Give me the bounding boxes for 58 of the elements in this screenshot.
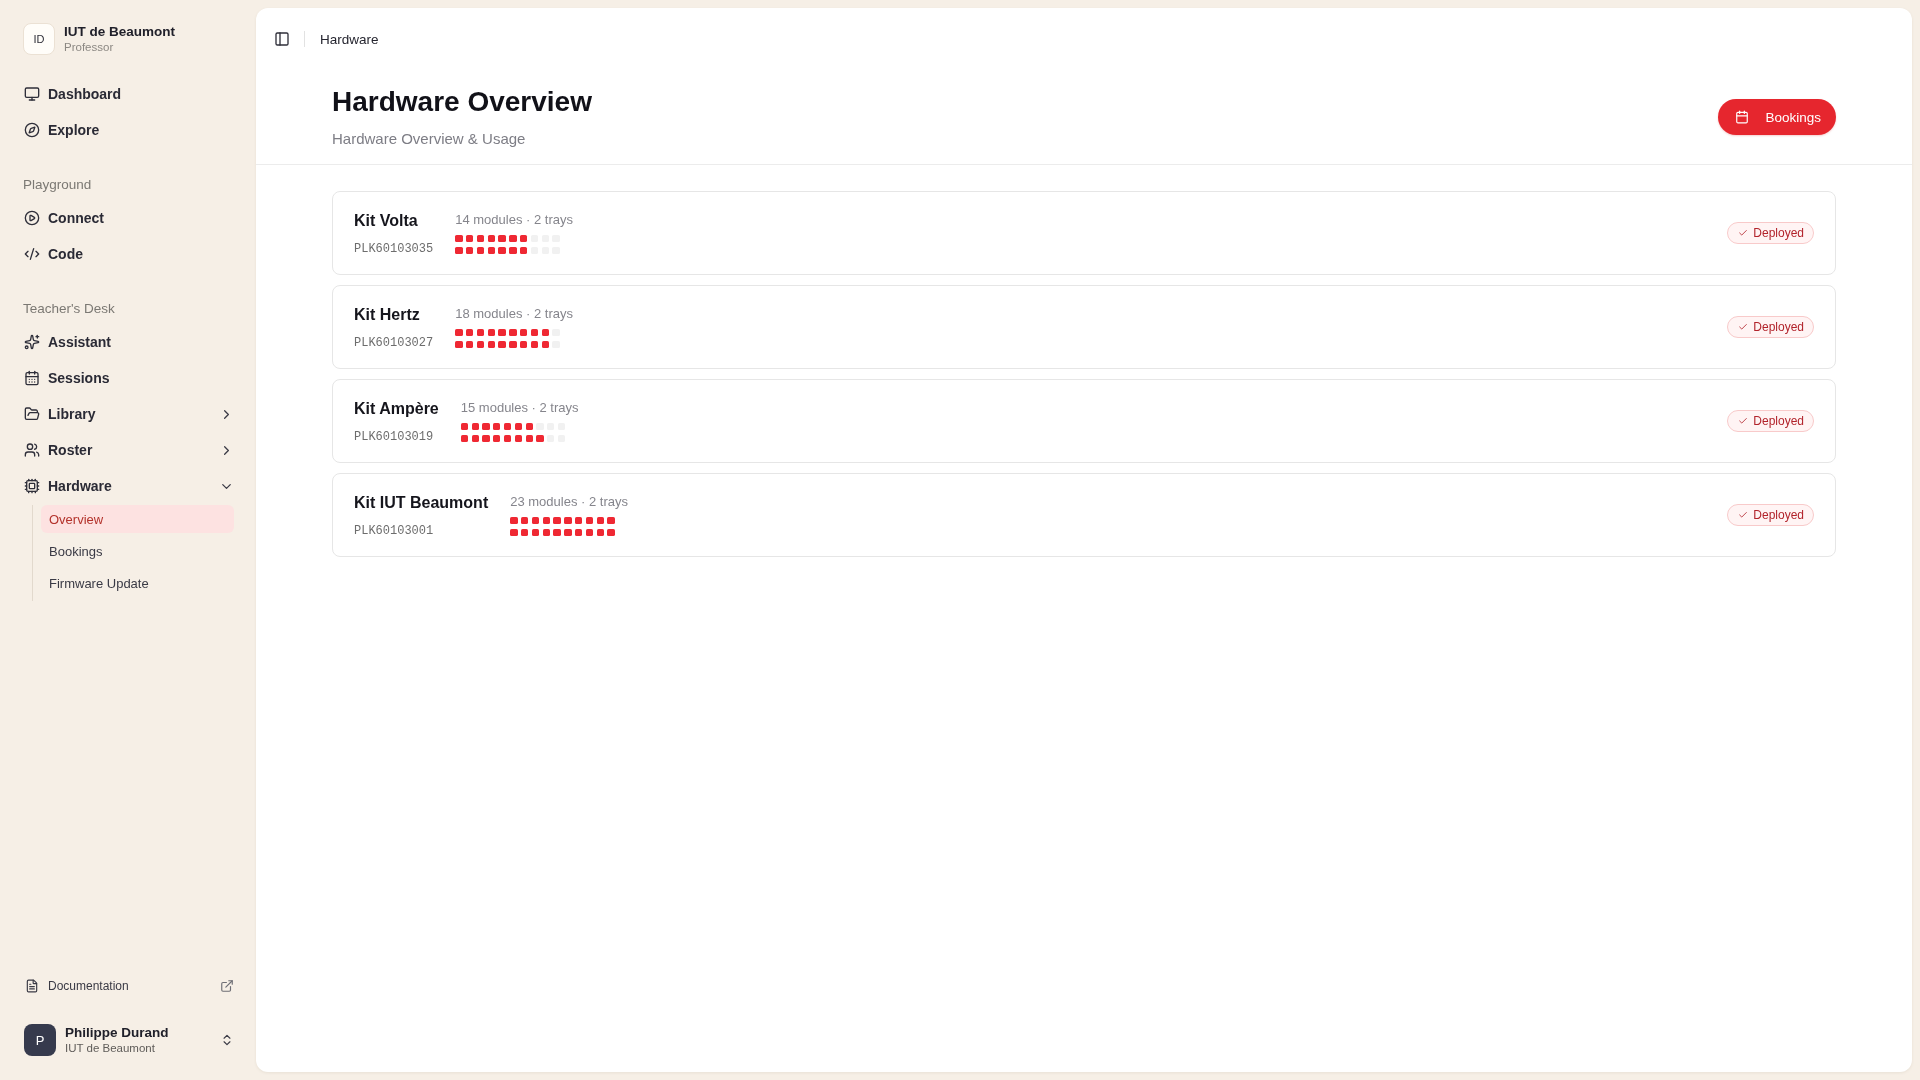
user-org: IUT de Beaumont — [65, 1041, 156, 1055]
nav-item[interactable]: Code — [23, 236, 234, 272]
nav-item[interactable]: Sessions — [23, 360, 234, 396]
kit-name: Kit Volta — [354, 210, 419, 231]
org-name: IUT de Beaumont — [64, 24, 175, 40]
user-avatar: P — [24, 1024, 56, 1056]
section-title: Teacher's Desk — [23, 299, 116, 318]
kit-serial: PLK60103027 — [354, 335, 434, 350]
calendar-icon — [24, 370, 40, 386]
bookings-button[interactable]: Bookings — [1718, 99, 1836, 135]
kit-summary: 23 modules · 2 trays — [510, 493, 628, 510]
sidebar-toggle-icon[interactable] — [274, 31, 290, 47]
page-subtitle: Hardware Overview & Usage — [332, 129, 527, 149]
external-link-icon — [220, 979, 234, 993]
status-text: Deployed — [1753, 508, 1804, 522]
calendar-icon — [1735, 110, 1750, 124]
nav-item[interactable]: Library — [23, 396, 234, 432]
code-icon — [24, 246, 40, 262]
sub-nav-item[interactable]: Firmware Update — [41, 569, 234, 597]
page-title: Hardware Overview — [332, 85, 592, 119]
sub-nav-item[interactable]: Bookings — [41, 537, 234, 565]
nav-item[interactable]: Roster — [23, 432, 234, 468]
kit-summary: 18 modules · 2 trays — [455, 305, 573, 322]
monitor-icon — [24, 86, 40, 102]
check-icon — [1738, 322, 1749, 332]
nav-item[interactable]: Assistant — [23, 324, 234, 360]
kit-name: Kit Ampère — [354, 398, 439, 419]
breadcrumb[interactable]: Hardware — [320, 31, 379, 47]
user-name: Philippe Durand — [65, 1025, 170, 1041]
check-icon — [1738, 228, 1749, 238]
play-circle-icon — [24, 210, 40, 226]
kit-summary: 14 modules · 2 trays — [455, 211, 573, 228]
nav-item[interactable]: Dashboard — [23, 76, 234, 112]
sparkles-icon — [24, 334, 40, 350]
compass-icon — [24, 122, 40, 138]
chip-icon — [24, 478, 40, 494]
users-icon — [24, 442, 40, 458]
kit-serial: PLK60103001 — [354, 523, 435, 538]
folder-icon — [24, 406, 40, 422]
nav-item[interactable]: Hardware — [23, 468, 234, 504]
org-role: Professor — [64, 40, 115, 54]
status-text: Deployed — [1753, 226, 1804, 240]
document-icon — [25, 979, 39, 993]
kit-serial: PLK60103019 — [354, 429, 435, 444]
status-text: Deployed — [1753, 414, 1804, 428]
check-icon — [1738, 510, 1749, 520]
nav-item[interactable]: Explore — [23, 112, 234, 148]
kit-serial: PLK60103035 — [354, 241, 434, 256]
kit-summary: 15 modules · 2 trays — [460, 399, 579, 416]
sub-nav-item[interactable]: Overview — [41, 505, 234, 533]
kit-name: Kit IUT Beaumont — [354, 492, 489, 513]
org-avatar: ID — [23, 23, 55, 55]
section-title: Playground — [23, 175, 93, 194]
nav-item[interactable]: Connect — [23, 200, 234, 236]
documentation-link[interactable]: Documentation — [23, 971, 234, 1001]
kit-name: Kit Hertz — [354, 304, 421, 325]
status-text: Deployed — [1753, 320, 1804, 334]
check-icon — [1738, 416, 1749, 426]
